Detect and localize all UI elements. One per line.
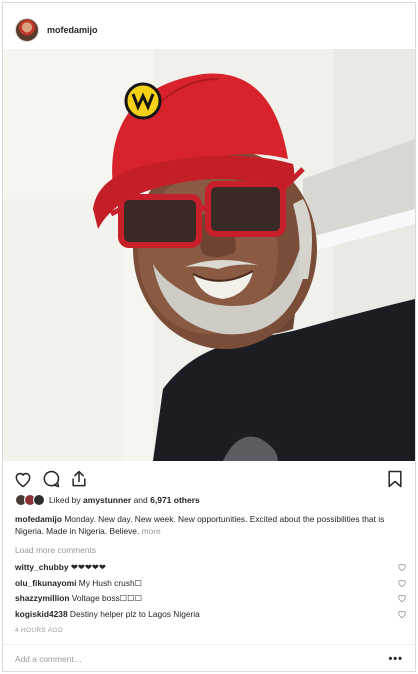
comment-text: My Hush crush☐: [76, 577, 143, 588]
heart-icon[interactable]: [13, 469, 33, 489]
comment-text: Destiny helper plz to Lagos Nigeria: [67, 608, 200, 619]
comment-like-icon[interactable]: [397, 562, 407, 572]
load-more-comments[interactable]: Load more comments: [15, 545, 96, 555]
photo-image: [3, 49, 415, 461]
share-icon[interactable]: [69, 469, 89, 489]
likes-prefix: Liked by: [49, 495, 84, 505]
avatar[interactable]: [15, 18, 39, 42]
post-timestamp[interactable]: 4 HOURS AGO: [15, 627, 63, 634]
comment-like-icon[interactable]: [397, 609, 407, 619]
post-actions: [13, 469, 405, 489]
comment-item: shazzymillion Voltage boss☐☐☐: [15, 592, 407, 608]
comment-username[interactable]: shazzymillion: [15, 593, 69, 603]
comment-like-icon[interactable]: [397, 578, 407, 588]
comment-username[interactable]: kogiskid4238: [15, 609, 68, 619]
comment-icon[interactable]: [41, 469, 61, 489]
comment-item: kogiskid4238 Destiny helper plz to Lagos…: [15, 608, 407, 624]
add-comment-input[interactable]: [15, 653, 389, 664]
comment-text: ❤❤❤❤❤: [68, 562, 106, 572]
comment-username[interactable]: witty_chubby: [15, 562, 69, 572]
post-card: mofedamijo Liked by amystunner and 6,971…: [2, 2, 416, 672]
caption-username[interactable]: mofedamijo: [15, 514, 62, 524]
more-options-icon[interactable]: •••: [388, 653, 403, 665]
comment-list: witty_chubby ❤❤❤❤❤ olu_fikunayomi My Hus…: [15, 561, 407, 623]
caption-more-link[interactable]: more: [142, 526, 161, 536]
likes-summary: Liked by amystunner and 6,971 others: [15, 493, 200, 507]
comment-like-icon[interactable]: [397, 593, 407, 603]
comment-text: Voltage boss☐☐☐: [69, 593, 143, 603]
likes-others-link[interactable]: 6,971 others: [150, 495, 200, 505]
liker-avatar[interactable]: [33, 494, 45, 506]
comment-item: olu_fikunayomi My Hush crush☐: [15, 577, 407, 593]
likes-middle: and: [131, 495, 151, 505]
likes-text: Liked by amystunner and 6,971 others: [49, 495, 200, 505]
bookmark-icon[interactable]: [385, 469, 405, 489]
add-comment-bar: •••: [3, 644, 415, 672]
post-photo[interactable]: [3, 49, 415, 461]
comment-username[interactable]: olu_fikunayomi: [15, 578, 76, 588]
comment-item: witty_chubby ❤❤❤❤❤: [15, 561, 407, 577]
caption-text: Monday. New day. New week. New opportuni…: [15, 514, 385, 536]
header-username[interactable]: mofedamijo: [47, 25, 98, 35]
post-caption: mofedamijo Monday. New day. New week. Ne…: [15, 514, 407, 537]
liker-username[interactable]: amystunner: [83, 495, 131, 505]
